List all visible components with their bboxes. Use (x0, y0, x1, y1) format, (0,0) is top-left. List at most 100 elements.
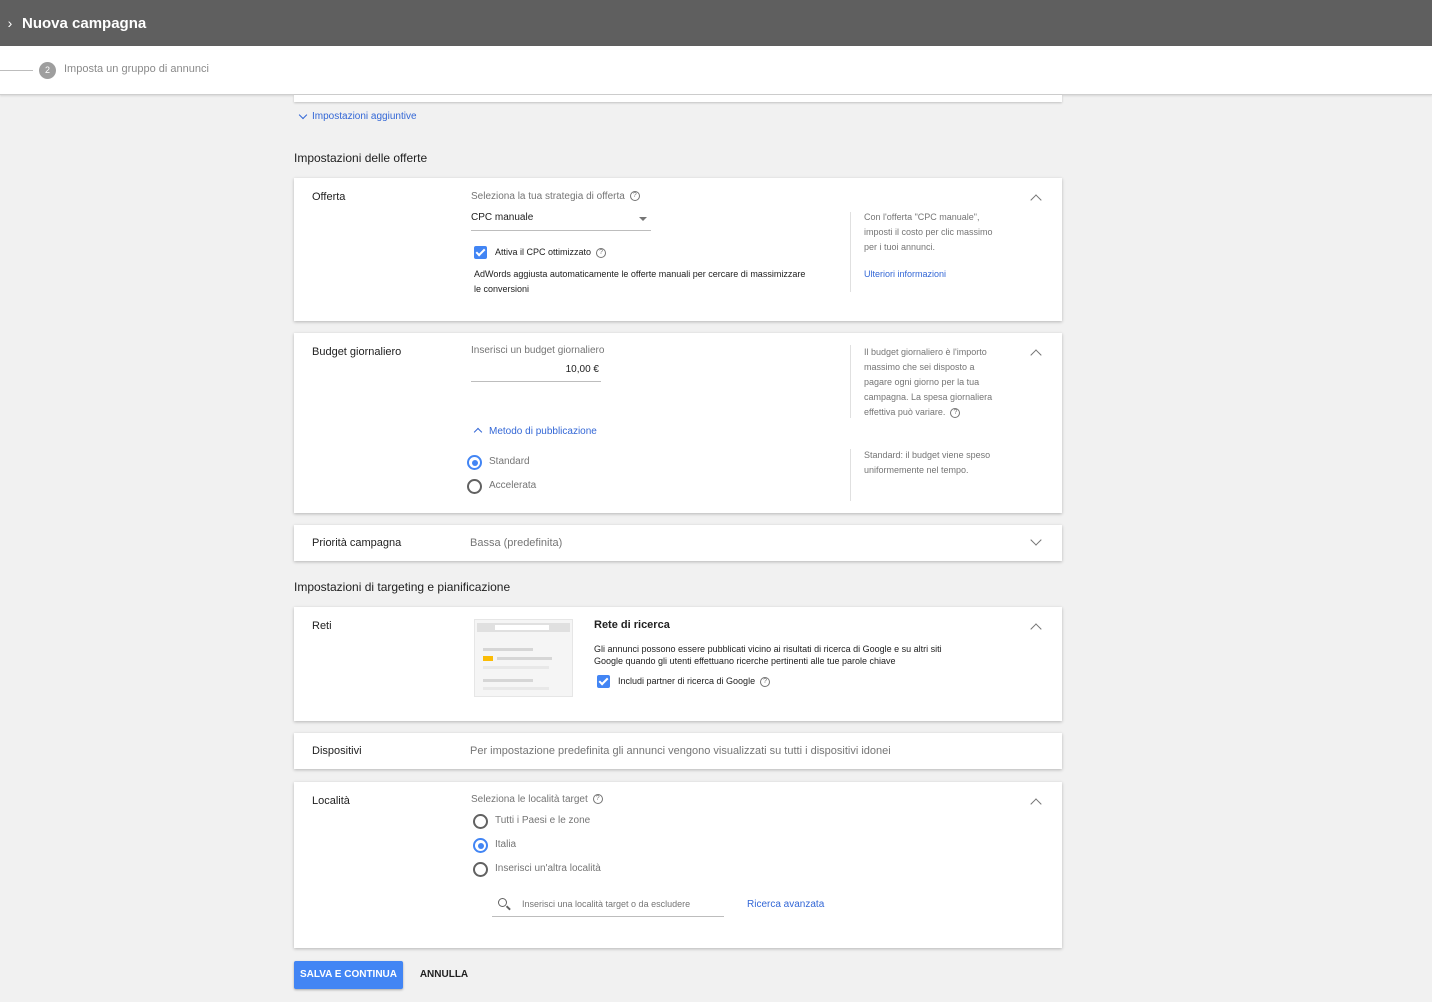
divider (850, 449, 851, 501)
network-description-line-2: Google quando gli utenti effettuano rice… (594, 656, 896, 666)
devices-card[interactable]: Dispositivi Per impostazione predefinita… (294, 733, 1062, 769)
budget-input-label: Inserisci un budget giornaliero (471, 345, 605, 356)
offer-help-line-1: Con l'offerta "CPC manuale", (864, 212, 980, 222)
radio-accelerated[interactable] (467, 479, 482, 494)
top-bar: › Nuova campagna (0, 0, 1432, 46)
chevron-up-icon (473, 427, 483, 437)
location-search-input[interactable]: Inserisci una località target o da esclu… (492, 894, 724, 917)
devices-value: Per impostazione predefinita gli annunci… (470, 745, 891, 757)
illustration-line (483, 687, 549, 690)
expand-icon[interactable] (1030, 534, 1042, 546)
chevron-right-icon[interactable]: › (2, 15, 18, 31)
budget-help-line-3: pagare ogni giorno per la tua (864, 377, 980, 387)
budget-help-line-2: massimo che sei disposto a (864, 362, 975, 372)
networks-card: Reti Rete di ricerca Gli annunci possono… (294, 607, 1062, 721)
collapse-icon[interactable] (1030, 194, 1042, 206)
radio-all-countries-label: Tutti i Paesi e le zone (495, 815, 591, 826)
illustration-line (483, 666, 549, 669)
collapse-icon[interactable] (1030, 623, 1042, 635)
collapse-icon[interactable] (1030, 798, 1042, 810)
standard-help-line-1: Standard: il budget viene speso (864, 450, 991, 460)
strategy-label-text: Seleziona la tua strategia di offerta (471, 191, 625, 202)
help-icon[interactable]: ? (760, 676, 771, 687)
priority-value: Bassa (predefinita) (470, 537, 563, 549)
save-and-continue-button[interactable]: SALVA E CONTINUA (294, 961, 403, 989)
ecpc-description-line-2: le conversioni (474, 284, 530, 294)
search-network-illustration (474, 619, 573, 697)
chevron-down-icon (298, 110, 308, 120)
priority-card[interactable]: Priorità campagna Bassa (predefinita) (294, 525, 1062, 561)
budget-help-line-5: effettiva può variare.? (864, 405, 961, 420)
budget-card: Budget giornaliero Inserisci un budget g… (294, 333, 1062, 513)
radio-italy-label: Italia (495, 839, 517, 850)
help-icon[interactable]: ? (592, 794, 603, 805)
radio-other-location-label: Inserisci un'altra località (495, 863, 601, 874)
location-search-placeholder: Inserisci una località target o da esclu… (522, 899, 691, 909)
targeting-section-title: Impostazioni di targeting e pianificazio… (294, 580, 511, 594)
divider (850, 212, 851, 292)
dropdown-arrow-icon (639, 217, 647, 221)
location-card: Località Seleziona le località target? T… (294, 782, 1062, 948)
budget-input-value: 10,00 € (565, 364, 599, 375)
stepper-bar: 2 Imposta un gruppo di annunci (0, 46, 1432, 95)
ecpc-checkbox[interactable] (474, 246, 487, 259)
delivery-method-label: Metodo di pubblicazione (489, 426, 597, 437)
location-select-label: Seleziona le località target? (471, 794, 603, 805)
help-icon[interactable]: ? (629, 191, 640, 202)
partners-checkbox[interactable] (597, 675, 610, 688)
partners-label: Includi partner di ricerca di Google? (618, 674, 771, 689)
radio-italy[interactable] (473, 838, 488, 853)
strategy-label: Seleziona la tua strategia di offerta? (471, 191, 640, 202)
previous-card-edge (294, 95, 1062, 102)
cancel-button[interactable]: ANNULLA (414, 961, 474, 989)
network-description-line-1: Gli annunci possono essere pubblicati vi… (594, 644, 942, 654)
radio-standard[interactable] (467, 455, 482, 470)
offer-label: Offerta (312, 191, 346, 203)
radio-other-location[interactable] (473, 862, 488, 877)
collapse-icon[interactable] (1030, 349, 1042, 361)
input-underline (471, 381, 601, 382)
ecpc-label: Attiva il CPC ottimizzato? (495, 245, 607, 260)
networks-label: Reti (312, 620, 332, 632)
step-label[interactable]: Imposta un gruppo di annunci (64, 63, 209, 75)
location-select-label-text: Seleziona le località target (471, 794, 588, 805)
additional-settings-label: Impostazioni aggiuntive (312, 111, 417, 122)
partners-label-text: Includi partner di ricerca di Google (618, 676, 756, 686)
learn-more-link[interactable]: Ulteriori informazioni (864, 267, 946, 282)
offer-help-line-3: per i tuoi annunci. (864, 242, 936, 252)
page-title: Nuova campagna (22, 14, 147, 32)
priority-label: Priorità campagna (312, 537, 402, 549)
ecpc-description-line-1: AdWords aggiusta automaticamente le offe… (474, 269, 806, 279)
help-icon[interactable]: ? (950, 407, 961, 418)
radio-all-countries[interactable] (473, 814, 488, 829)
strategy-select-value: CPC manuale (471, 212, 534, 223)
search-icon-handle (506, 905, 511, 911)
bidding-section-title: Impostazioni delle offerte (294, 151, 428, 165)
offer-card: Offerta Seleziona la tua strategia di of… (294, 178, 1062, 321)
illustration-line (483, 648, 533, 651)
stepper-line (0, 70, 33, 71)
devices-label: Dispositivi (312, 745, 362, 757)
budget-help-line-5-text: effettiva può variare. (864, 407, 946, 417)
illustration-ad-badge (483, 656, 493, 661)
budget-help-line-1: Il budget giornaliero è l'importo (864, 347, 987, 357)
strategy-select[interactable]: CPC manuale (471, 211, 651, 231)
offer-help-line-2: imposti il costo per clic massimo (864, 227, 993, 237)
budget-label: Budget giornaliero (312, 346, 402, 358)
input-underline (492, 916, 724, 917)
radio-standard-label: Standard (489, 456, 530, 467)
radio-accelerated-label: Accelerata (489, 480, 537, 491)
divider (850, 345, 851, 418)
illustration-search-field (495, 625, 549, 630)
budget-input[interactable]: 10,00 € (471, 362, 601, 382)
illustration-line (483, 679, 533, 682)
ecpc-label-text: Attiva il CPC ottimizzato (495, 247, 592, 257)
standard-help-line-2: uniformemente nel tempo. (864, 465, 969, 475)
advanced-search-link[interactable]: Ricerca avanzata (747, 899, 824, 910)
budget-help-line-4: campagna. La spesa giornaliera (864, 392, 993, 402)
location-label: Località (312, 795, 350, 807)
select-underline (471, 230, 651, 231)
network-title: Rete di ricerca (594, 619, 670, 631)
step-number-badge: 2 (39, 62, 56, 79)
help-icon[interactable]: ? (596, 247, 607, 258)
